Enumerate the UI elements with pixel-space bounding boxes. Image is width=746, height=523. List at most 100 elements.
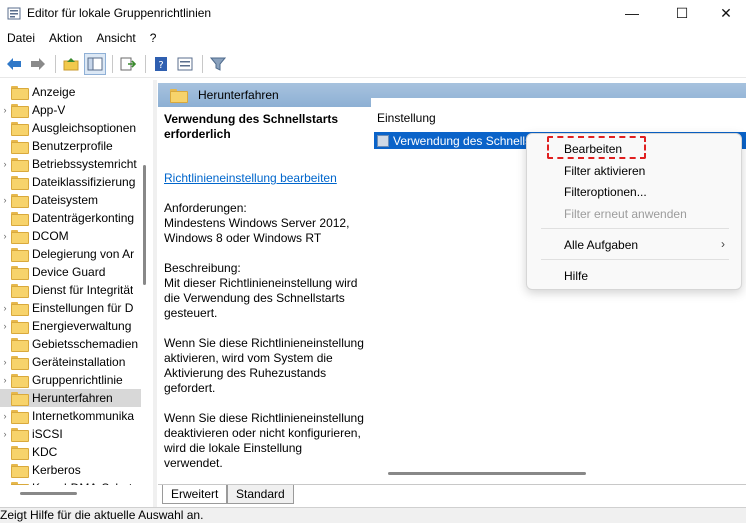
sidebar-item-label: iSCSI bbox=[32, 427, 63, 441]
tree-vertical-scroll-thumb[interactable] bbox=[143, 165, 146, 285]
sidebar-item[interactable]: › Geräteinstallation bbox=[0, 353, 141, 371]
sidebar-item[interactable]: Benutzerprofile bbox=[0, 137, 141, 155]
folder-icon bbox=[11, 266, 29, 280]
enabled-explanation: Wenn Sie diese Richtlinieneinstellung ak… bbox=[164, 336, 364, 395]
folder-icon bbox=[11, 428, 29, 442]
sidebar-item[interactable]: Herunterfahren bbox=[0, 389, 141, 407]
chevron-right-icon[interactable]: › bbox=[0, 231, 10, 241]
sidebar-item[interactable]: Dienst für Integrität bbox=[0, 281, 141, 299]
policy-title: Verwendung des Schnellstarts erforderlic… bbox=[164, 112, 339, 141]
sidebar-item-label: DCOM bbox=[32, 229, 69, 243]
maximize-button[interactable]: ☐ bbox=[659, 0, 705, 26]
chevron-right-icon[interactable]: › bbox=[0, 303, 10, 313]
chevron-right-icon[interactable]: › bbox=[0, 357, 10, 367]
folder-icon bbox=[11, 176, 29, 190]
sidebar-item[interactable]: Datenträgerkonting bbox=[0, 209, 141, 227]
sidebar-item-label: Gruppenrichtlinie bbox=[32, 373, 123, 387]
chevron-right-icon[interactable]: › bbox=[0, 411, 10, 421]
chevron-right-icon[interactable]: › bbox=[0, 375, 10, 385]
folder-icon bbox=[11, 320, 29, 334]
menu-help[interactable]: ? bbox=[143, 28, 164, 49]
sidebar-item[interactable]: KDC bbox=[0, 443, 141, 461]
sidebar-item[interactable]: › iSCSI bbox=[0, 425, 141, 443]
up-folder-icon[interactable] bbox=[60, 53, 82, 75]
folder-icon bbox=[11, 212, 29, 226]
folder-icon bbox=[11, 410, 29, 424]
export-list-icon[interactable] bbox=[117, 53, 139, 75]
sidebar-item[interactable]: Kerberos bbox=[0, 461, 141, 479]
menu-item-filter-options[interactable]: Filteroptionen... bbox=[564, 185, 647, 199]
folder-icon bbox=[11, 392, 29, 406]
toolbar: ? bbox=[0, 50, 746, 78]
column-header-setting[interactable]: Einstellung bbox=[377, 111, 436, 125]
show-hide-tree-icon[interactable] bbox=[84, 52, 106, 75]
sidebar-item[interactable]: Dateiklassifizierung bbox=[0, 173, 141, 191]
folder-icon bbox=[11, 230, 29, 244]
tab-standard[interactable]: Standard bbox=[227, 485, 294, 504]
sidebar-item[interactable]: › Energieverwaltung bbox=[0, 317, 141, 335]
forward-arrow-icon[interactable] bbox=[27, 53, 49, 75]
back-arrow-icon[interactable] bbox=[3, 53, 25, 75]
sidebar-item[interactable]: Anzeige bbox=[0, 83, 141, 101]
sidebar-item[interactable]: › App-V bbox=[0, 101, 141, 119]
sidebar-item[interactable]: Device Guard bbox=[0, 263, 141, 281]
sidebar-item-label: Dateisystem bbox=[32, 193, 99, 207]
sidebar-item[interactable]: › Betriebssystemricht bbox=[0, 155, 141, 173]
sidebar-item[interactable]: Ausgleichsoptionen bbox=[0, 119, 141, 137]
navigation-tree: Anzeige › App-V Ausgleichsoptionen Benutzerp… bbox=[0, 80, 141, 485]
policy-description: Verwendung des Schnellstarts erforderlic… bbox=[164, 112, 364, 471]
filter-icon[interactable] bbox=[207, 53, 229, 75]
menu-datei[interactable]: Datei bbox=[0, 28, 42, 49]
sidebar-item-label: Energieverwaltung bbox=[32, 319, 132, 333]
toolbar-separator bbox=[112, 54, 113, 73]
menu-item-filter-on[interactable]: Filter aktivieren bbox=[564, 164, 645, 178]
folder-icon bbox=[11, 338, 29, 352]
description-label: Beschreibung: bbox=[164, 261, 241, 275]
folder-icon bbox=[11, 248, 29, 262]
sidebar-item-label: Dateiklassifizierung bbox=[32, 175, 136, 189]
folder-icon bbox=[11, 302, 29, 316]
folder-icon bbox=[11, 104, 29, 118]
sidebar-item-label: Dienst für Integrität bbox=[32, 283, 134, 297]
edit-policy-link[interactable]: Richtlinieneinstellung bearbeiten bbox=[164, 171, 364, 186]
sidebar-item-label: Device Guard bbox=[32, 265, 106, 279]
sidebar-item[interactable]: › DCOM bbox=[0, 227, 141, 245]
chevron-right-icon[interactable]: › bbox=[0, 159, 10, 169]
minimize-button[interactable]: — bbox=[609, 0, 655, 26]
close-button[interactable]: ✕ bbox=[703, 0, 746, 26]
menu-aktion[interactable]: Aktion bbox=[42, 28, 89, 49]
list-horizontal-scroll-thumb[interactable] bbox=[388, 472, 586, 475]
sidebar-item[interactable]: › Internetkommunika bbox=[0, 407, 141, 425]
chevron-right-icon[interactable]: › bbox=[0, 321, 10, 331]
sidebar-item-label: Betriebssystemricht bbox=[32, 157, 137, 171]
chevron-right-icon[interactable]: › bbox=[0, 195, 10, 205]
folder-icon bbox=[170, 89, 188, 103]
folder-icon bbox=[11, 86, 29, 100]
sidebar-item[interactable]: › Gruppenrichtlinie bbox=[0, 371, 141, 389]
sidebar-item[interactable]: Delegierung von Ar bbox=[0, 245, 141, 263]
menu-item-help[interactable]: Hilfe bbox=[564, 269, 588, 283]
tab-extended[interactable]: Erweitert bbox=[162, 485, 228, 504]
submenu-arrow-icon: › bbox=[721, 237, 725, 251]
tree-horizontal-scroll-thumb[interactable] bbox=[20, 492, 77, 495]
help-book-icon[interactable]: ? bbox=[150, 53, 172, 75]
tree-horizontal-scrollbar[interactable] bbox=[0, 485, 150, 507]
chevron-right-icon[interactable]: › bbox=[0, 105, 10, 115]
toolbar-separator bbox=[145, 54, 146, 73]
properties-icon[interactable] bbox=[174, 53, 196, 75]
pane-splitter[interactable] bbox=[153, 80, 157, 508]
folder-icon bbox=[11, 158, 29, 172]
menu-item-all-tasks[interactable]: Alle Aufgaben bbox=[564, 238, 638, 252]
folder-icon bbox=[11, 464, 29, 478]
folder-icon bbox=[11, 284, 29, 298]
sidebar-item[interactable]: › Einstellungen für D bbox=[0, 299, 141, 317]
title-bar: Editor für lokale Gruppenrichtlinien — ☐… bbox=[0, 0, 746, 27]
disabled-explanation: Wenn Sie diese Richtlinieneinstellung de… bbox=[164, 411, 364, 470]
sidebar-item[interactable]: › Dateisystem bbox=[0, 191, 141, 209]
menu-ansicht[interactable]: Ansicht bbox=[89, 28, 142, 49]
toolbar-separator bbox=[55, 54, 56, 73]
menu-item-filter-reapply: Filter erneut anwenden bbox=[564, 207, 687, 221]
chevron-right-icon[interactable]: › bbox=[0, 429, 10, 439]
sidebar-item[interactable]: Gebietsschemadien bbox=[0, 335, 141, 353]
sidebar-item-label: Delegierung von Ar bbox=[32, 247, 135, 261]
